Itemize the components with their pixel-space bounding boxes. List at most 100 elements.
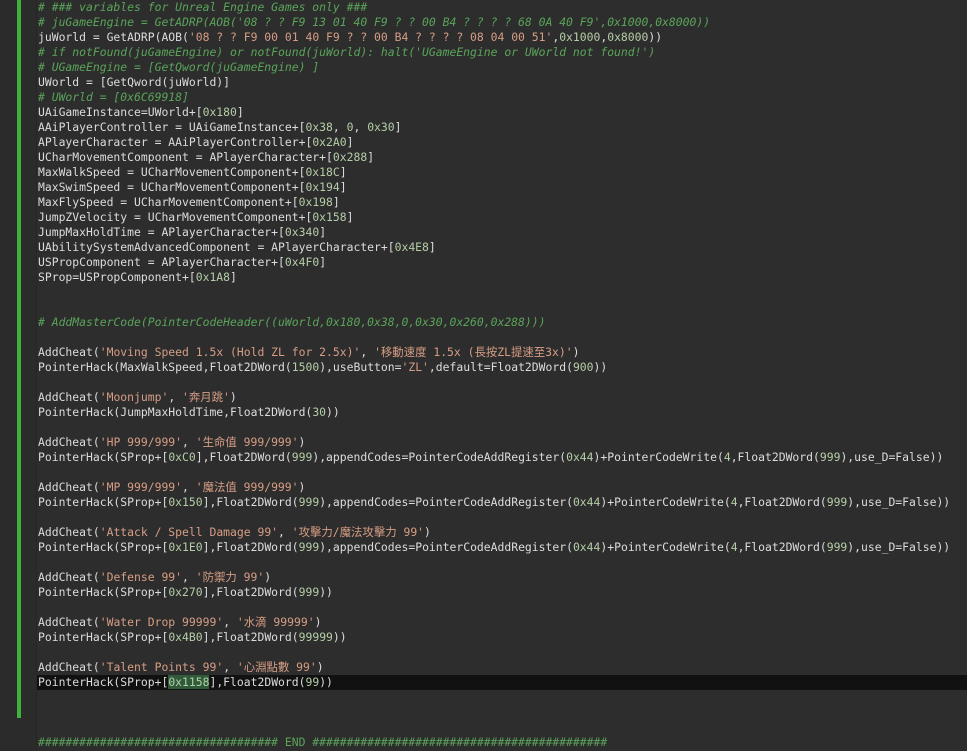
code-line[interactable] [38,600,967,615]
code-token: ),useButton= [319,360,402,374]
code-token: 0x44 [572,540,601,554]
code-token: , [360,345,375,359]
code-token: '攻擊力/魔法攻擊力 99' [291,525,425,539]
code-line[interactable]: AddCheat('Water Drop 99999', '水滴 99999') [38,615,967,630]
code-token: 0x1000 [559,30,601,44]
code-line[interactable]: # juGameEngine = GetADRP(AOB('08 ? ? F9 … [38,15,967,30]
code-line[interactable]: AddCheat('Moonjump', '奔月跳') [38,390,967,405]
code-line[interactable]: juWorld = GetADRP(AOB('08 ? ? F9 00 01 4… [38,30,967,45]
code-token: UCharMovementComponent = APlayerCharacte… [38,150,333,164]
code-line[interactable] [38,645,967,660]
code-token: 4 [730,540,738,554]
code-line[interactable] [38,510,967,525]
code-line[interactable]: PointerHack(SProp+[0xC0],Float2DWord(999… [38,450,967,465]
code-line[interactable]: AddCheat('Defense 99', '防禦力 99') [38,570,967,585]
code-token: 0x180 [202,105,237,119]
code-token: AddCheat( [38,345,100,359]
code-line[interactable]: PointerHack(SProp+[0x270],Float2DWord(99… [38,585,967,600]
code-token: ] [346,210,354,224]
code-token: ],Float2DWord( [202,495,299,509]
code-line[interactable]: SProp=USPropComponent+[0x1A8] [38,270,967,285]
code-token: USPropComponent = APlayerCharacter+[ [38,255,285,269]
code-line[interactable]: AddCheat('HP 999/999', '生命值 999/999') [38,435,967,450]
code-token: ,Float2DWord( [216,675,306,689]
code-token: ,Float2DWord( [737,540,827,554]
code-line[interactable]: MaxWalkSpeed = UCharMovementComponent+[0… [38,165,967,180]
code-line[interactable]: AddCheat('Moving Speed 1.5x (Hold ZL for… [38,345,967,360]
code-line[interactable] [38,555,967,570]
code-line[interactable]: # AddMasterCode(PointerCodeHeader((uWorl… [38,315,967,330]
code-line[interactable]: APlayerCharacter = AAiPlayerController+[… [38,135,967,150]
code-line[interactable] [38,285,967,300]
code-line[interactable]: UAbilitySystemAdvancedComponent = APlaye… [38,240,967,255]
code-token: # UGameEngine = [GetQword(juGameEngine) … [38,60,320,74]
code-token: JumpZVelocity = UCharMovementComponent+[ [38,210,313,224]
code-token: , [223,615,237,629]
code-token: PointerHack(SProp+[ [38,585,169,599]
code-line[interactable] [38,300,967,315]
code-line[interactable]: PointerHack(MaxWalkSpeed,Float2DWord(150… [38,360,967,375]
code-line[interactable] [38,720,967,735]
code-line[interactable]: JumpMaxHoldTime = APlayerCharacter+[0x34… [38,225,967,240]
code-token: ],Float2DWord( [195,450,292,464]
code-line[interactable]: JumpZVelocity = UCharMovementComponent+[… [38,210,967,225]
code-token: )+PointerCodeWrite( [593,450,724,464]
code-line[interactable] [38,330,967,345]
code-line[interactable]: AddCheat('MP 999/999', '魔法值 999/999') [38,480,967,495]
code-token: ] [236,105,244,119]
code-token: '防禦力 99' [195,570,265,584]
current-code-line[interactable]: PointerHack(SProp+[0x1158],Float2DWord(9… [37,675,967,690]
code-token: UAbilitySystemAdvancedComponent = APlaye… [38,240,395,254]
code-token: 999 [826,540,848,554]
code-token: ) [264,570,272,584]
code-token: 'HP 999/999' [99,435,183,449]
code-line[interactable] [38,375,967,390]
code-line[interactable] [38,420,967,435]
code-token: ] [394,120,402,134]
code-line[interactable]: UAiGameInstance=UWorld+[0x180] [38,105,967,120]
code-line[interactable]: MaxFlySpeed = UCharMovementComponent+[0x… [38,195,967,210]
code-token: AddCheat( [38,615,100,629]
code-token: AAiPlayerController = UAiGameInstance+[ [38,120,306,134]
code-line[interactable]: USPropComponent = APlayerCharacter+[0x4F… [38,255,967,270]
code-line[interactable]: AddCheat('Attack / Spell Damage 99', '攻擊… [38,525,967,540]
code-line[interactable]: PointerHack(SProp+[0x4B0],Float2DWord(99… [38,630,967,645]
code-line[interactable]: # UGameEngine = [GetQword(juGameEngine) … [38,60,967,75]
code-line[interactable]: # ### variables for Unreal Engine Games … [38,0,967,15]
code-area[interactable]: # ### variables for Unreal Engine Games … [0,0,967,751]
code-line[interactable]: AAiPlayerController = UAiGameInstance+[0… [38,120,967,135]
code-token: 'Talent Points 99' [99,660,224,674]
code-token: SProp=USPropComponent+[ [38,270,196,284]
code-token: ] [339,180,347,194]
code-token: 'Moonjump' [99,390,169,404]
code-token: ],Float2DWord( [202,540,299,554]
code-editor[interactable]: # ### variables for Unreal Engine Games … [0,0,967,751]
code-line[interactable]: UWorld = [GetQword(juWorld)] [38,75,967,90]
code-line[interactable] [38,690,967,705]
code-token: AddCheat( [38,660,100,674]
code-token: ),appendCodes=PointerCodeAddRegister( [319,540,573,554]
code-line[interactable]: # UWorld = [0x6C69918] [38,90,967,105]
code-line[interactable]: PointerHack(SProp+[0x150],Float2DWord(99… [38,495,967,510]
code-line[interactable] [38,465,967,480]
code-token: AddCheat( [38,390,100,404]
code-token: juWorld = GetADRP(AOB( [38,30,189,44]
code-token: 'Water Drop 99999' [99,615,224,629]
code-token: PointerHack(SProp+[ [38,495,169,509]
code-line[interactable]: UCharMovementComponent = APlayerCharacte… [38,150,967,165]
code-line[interactable]: PointerHack(JumpMaxHoldTime,Float2DWord(… [38,405,967,420]
code-token: ) [314,615,322,629]
code-token: ################################### END … [38,735,608,749]
code-line[interactable]: # if notFound(juGameEngine) or notFound(… [38,45,967,60]
code-line[interactable]: AddCheat('Talent Points 99', '心淵點數 99') [38,660,967,675]
code-token: 0x44 [572,495,601,509]
code-token: # juGameEngine = GetADRP(AOB('08 ? ? F9 … [38,15,711,29]
code-line[interactable]: ################################### END … [38,735,967,750]
code-line[interactable]: PointerHack(SProp+[0x1E0],Float2DWord(99… [38,540,967,555]
code-token: 999 [298,495,320,509]
code-token: # ### variables for Unreal Engine Games … [38,0,368,14]
code-token: , [182,570,196,584]
code-line[interactable]: MaxSwimSpeed = UCharMovementComponent+[0… [38,180,967,195]
code-line[interactable] [38,705,967,720]
code-token: APlayerCharacter = AAiPlayerController+[ [38,135,313,149]
